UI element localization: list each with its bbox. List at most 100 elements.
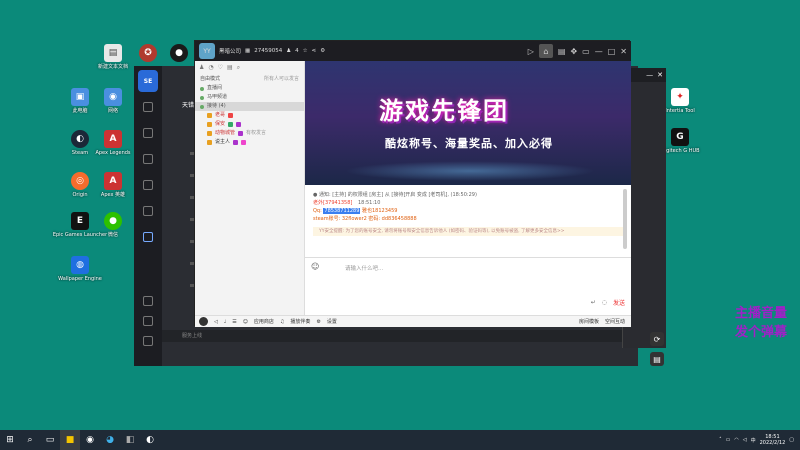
launcher-logo[interactable]: SE: [138, 70, 158, 92]
desktop-icon-new-text-document[interactable]: ▤ 新建文本文档: [95, 44, 131, 70]
user-icon: ♟: [286, 48, 292, 54]
search-icon[interactable]: ⌕: [20, 430, 40, 450]
desktop-icon-wechat[interactable]: ● 微信: [95, 212, 131, 238]
room-template-button[interactable]: 房间模板: [579, 318, 599, 325]
crown-icon: [207, 122, 212, 127]
enter-icon[interactable]: ↵: [591, 299, 596, 306]
microphone-icon[interactable]: ♩: [224, 319, 226, 325]
chat-scrollbar[interactable]: [623, 189, 627, 249]
desktop-icon-wallpaper-engine[interactable]: ◍ Wallpaper Engine: [58, 256, 102, 282]
search-icon[interactable]: ⌕: [237, 64, 240, 72]
steam-icon[interactable]: ◐: [140, 430, 160, 450]
mode-row: 自由模式 所有人可以发言: [195, 75, 304, 84]
desktop-icon-app-2[interactable]: ●: [161, 44, 197, 62]
clock[interactable]: 18:51 2022/2/12: [760, 434, 786, 446]
yy-app-icon[interactable]: ■: [60, 430, 80, 450]
chevron-up-icon[interactable]: ˄: [719, 437, 722, 443]
desktop-icon-logitech[interactable]: G Logitech G HUB: [660, 128, 700, 154]
refresh-icon[interactable]: ⟳: [650, 332, 664, 346]
chat-area[interactable]: ● 通知: [主持] 的权限组 [房主] 从 [接待]开启 变成 [老司机], …: [305, 185, 631, 257]
send-button[interactable]: 发送: [613, 298, 625, 307]
user-row-label: 保安: [215, 121, 226, 127]
desktop-icon-apex-cn[interactable]: A Apex 英雄: [95, 172, 131, 198]
mode-dropdown[interactable]: 自由模式: [200, 76, 220, 83]
message-user[interactable]: 老外[37941358]: [313, 200, 352, 206]
message-input-area: ☺ 请输入什么吧... ↵ ◌ 发送: [305, 257, 631, 315]
security-notice[interactable]: YY安全提醒: 为了您的账号安全, 请勿将账号和安全信息告诉他人 (如密码、验证…: [313, 227, 623, 236]
app-icon[interactable]: ◧: [120, 430, 140, 450]
event-banner[interactable]: 游戏先锋团 酷炫称号、海量奖品、加入必得: [305, 61, 631, 185]
close-icon[interactable]: ✕: [657, 71, 663, 79]
notification-icon[interactable]: ▢: [789, 437, 794, 443]
chat-bubble-icon[interactable]: ◌: [602, 299, 607, 306]
user-list-icon[interactable]: ♟: [199, 64, 204, 72]
start-button[interactable]: ⊞: [0, 430, 20, 450]
gamepad-icon[interactable]: ✥: [570, 47, 577, 56]
battery-icon[interactable]: ▭: [726, 437, 731, 443]
channel-row[interactable]: 直播间: [195, 84, 304, 93]
input-method[interactable]: 中: [751, 437, 756, 444]
home-nav-icon[interactable]: [143, 102, 153, 112]
gear-icon: ⚙: [316, 318, 321, 325]
speaker-icon[interactable]: ◁: [214, 319, 218, 325]
store-nav-icon[interactable]: [143, 154, 153, 164]
desktop-icon-apex-legends[interactable]: A Apex Legends: [95, 130, 131, 156]
user-row[interactable]: 动物城管 有权发言: [195, 129, 304, 138]
equalizer-icon[interactable]: ☰: [232, 319, 236, 325]
wifi-nav-icon[interactable]: [143, 206, 153, 216]
puzzle-nav-icon[interactable]: [143, 180, 153, 190]
chat-icon[interactable]: ▤: [650, 352, 664, 366]
list-icon[interactable]: ▤: [227, 64, 233, 72]
desktop-icon-this-pc[interactable]: ▣ 此电脑: [62, 88, 98, 114]
close-icon[interactable]: ✕: [620, 47, 627, 56]
crown-icon: [207, 131, 212, 136]
user-row[interactable]: 保安: [195, 120, 304, 129]
yy-main-window[interactable]: YY 黑暗公司 ▦ 27459054 ♟ 4 ☆ ⋖ ⚙ ▷ ⌂ ▤ ✥ ▭ —…: [194, 40, 631, 327]
power-nav-icon[interactable]: [143, 336, 153, 346]
chart-icon[interactable]: ◔: [208, 64, 213, 72]
home-icon[interactable]: ⌂: [538, 44, 553, 58]
message-input[interactable]: 请输入什么吧...: [345, 264, 383, 272]
desktop-icon-steam[interactable]: ◐ Steam: [62, 130, 98, 156]
maximize-icon[interactable]: □: [608, 47, 616, 56]
user-avatar[interactable]: [199, 317, 208, 326]
desktop-icon-origin[interactable]: ◎ Origin: [62, 172, 98, 198]
user-row[interactable]: 老哥: [195, 111, 304, 120]
edge-icon[interactable]: ◕: [100, 430, 120, 450]
search-nav-icon[interactable]: [143, 296, 153, 306]
minimize-icon[interactable]: —: [646, 71, 653, 79]
desktop-icon-epic-games[interactable]: E Epic Games Launcher: [53, 212, 107, 238]
desktop-icon-network[interactable]: ◉ 网络: [95, 88, 131, 114]
share-icon[interactable]: ⋖: [312, 48, 317, 54]
volume-icon[interactable]: ◁: [743, 437, 747, 443]
settings-icon[interactable]: ⚙: [320, 48, 325, 54]
channel-row-selected[interactable]: 接待 (4): [195, 102, 304, 111]
shield-nav-icon[interactable]: [143, 232, 153, 242]
channel-row[interactable]: 马甲频道: [195, 93, 304, 102]
channel-toolbar: ♟ ◔ ♡ ▤ ⌕: [195, 61, 304, 75]
star-icon[interactable]: ☆: [303, 48, 308, 54]
space-interact-button[interactable]: 空间互动: [605, 318, 625, 325]
settings-nav-icon[interactable]: [143, 316, 153, 326]
desktop-icon-right-1[interactable]: ✦ Intertia Tool: [662, 88, 698, 114]
task-view-icon[interactable]: ▭: [40, 430, 60, 450]
user-row-label: 老哥: [215, 112, 226, 118]
emoji-icon[interactable]: ☺: [311, 262, 319, 271]
app-store-button[interactable]: 应用商店: [254, 318, 274, 325]
selected-text[interactable]: 78538711289: [323, 208, 361, 214]
medal-icon: [228, 122, 234, 127]
library-nav-icon[interactable]: [143, 128, 153, 138]
channel-avatar[interactable]: YY: [199, 43, 215, 59]
heart-icon[interactable]: ♡: [218, 64, 223, 72]
user-row[interactable]: 说主人: [195, 138, 304, 147]
menu-icon[interactable]: ▤: [558, 47, 566, 56]
launcher-tab[interactable]: 天错: [182, 100, 194, 109]
accompaniment-button[interactable]: 播放伴奏: [290, 318, 310, 325]
obs-icon[interactable]: ◉: [80, 430, 100, 450]
window-mode-icon[interactable]: ▭: [582, 47, 590, 56]
settings-button[interactable]: 设置: [327, 318, 337, 325]
network-icon[interactable]: ◠: [734, 437, 738, 443]
system-tray: ˄ ▭ ◠ ◁ 中 18:51 2022/2/12 ▢: [719, 430, 794, 450]
minimize-icon[interactable]: —: [595, 47, 603, 56]
video-icon[interactable]: ▷: [528, 47, 534, 56]
